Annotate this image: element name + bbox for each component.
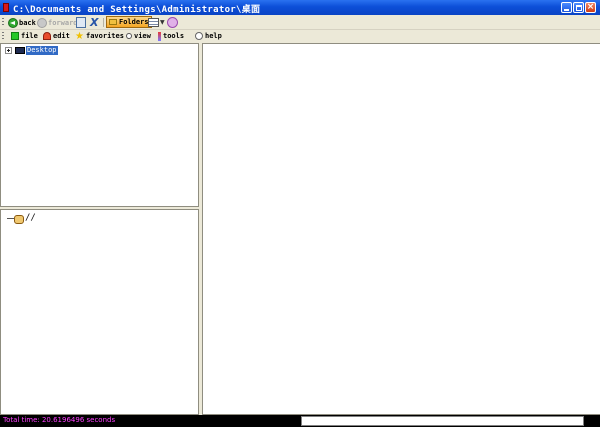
folders-label: Folders <box>119 18 149 26</box>
forward-button[interactable]: forward <box>37 16 78 29</box>
desktop-icon <box>15 47 25 54</box>
sync-button[interactable] <box>167 16 178 29</box>
menu-tools[interactable]: tools <box>158 30 184 42</box>
views-button[interactable]: ▼ <box>148 16 165 29</box>
paste-icon <box>76 17 86 28</box>
menu-edit[interactable]: edit <box>43 30 70 42</box>
back-arrow-icon <box>8 17 18 28</box>
star-icon: ★ <box>75 30 84 42</box>
maximize-icon <box>576 5 582 11</box>
minimize-icon <box>564 9 569 11</box>
tree-item-label[interactable]: Desktop <box>26 46 58 55</box>
tree-item-desktop[interactable]: Desktop <box>5 46 58 55</box>
standard-toolbar: back forward X Folders ▼ <box>0 15 600 30</box>
menu-file-label: file <box>21 32 38 40</box>
address-row[interactable]: // <box>7 213 36 224</box>
view-icon <box>126 33 132 39</box>
folders-button[interactable]: Folders <box>106 16 152 28</box>
menu-view[interactable]: view <box>126 30 151 42</box>
menu-file[interactable]: file <box>11 30 38 42</box>
app-icon[interactable] <box>3 3 9 12</box>
close-icon: × <box>586 2 595 12</box>
paste-button[interactable] <box>76 16 86 29</box>
edit-icon <box>43 32 51 40</box>
expand-plus-icon[interactable] <box>5 47 12 54</box>
window-title: C:\Documents and Settings\Administrator\… <box>13 5 261 15</box>
views-icon <box>148 18 159 27</box>
menu-favorites-label: favorites <box>86 32 124 40</box>
file-icon <box>11 32 19 40</box>
delete-x-icon: X <box>90 16 99 29</box>
back-button[interactable]: back <box>8 16 36 29</box>
close-button[interactable]: × <box>585 2 596 13</box>
menu-favorites[interactable]: ★ favorites <box>75 30 124 42</box>
menu-help[interactable]: help <box>195 30 222 42</box>
back-label: back <box>19 18 36 27</box>
hand-pointer-icon <box>7 214 24 224</box>
address-pane[interactable]: // <box>0 209 199 415</box>
status-text: Total time: 20.6196496 seconds <box>3 416 116 424</box>
menu-tools-label: tools <box>163 32 185 40</box>
tools-icon <box>158 31 161 41</box>
help-icon <box>195 32 203 40</box>
menu-help-label: help <box>205 32 222 40</box>
menu-view-label: view <box>134 32 151 40</box>
chevron-down-icon: ▼ <box>160 19 165 26</box>
address-path: // <box>25 213 36 223</box>
maximize-button[interactable] <box>573 2 584 13</box>
status-bar: Total time: 20.6196496 seconds <box>0 415 600 427</box>
toolbar-separator <box>103 18 104 27</box>
minimize-button[interactable] <box>561 2 572 13</box>
delete-button[interactable]: X <box>90 16 98 29</box>
menu-bar: file edit ★ favorites view tools help <box>0 30 600 42</box>
folder-icon <box>109 19 117 25</box>
forward-label: forward <box>48 18 78 27</box>
menu-edit-label: edit <box>53 32 70 40</box>
file-list-pane[interactable] <box>202 43 600 415</box>
folder-tree-pane[interactable]: Desktop <box>0 43 199 207</box>
toolbar-grip[interactable] <box>2 18 4 27</box>
menubar-grip[interactable] <box>2 32 4 41</box>
progress-bar <box>301 416 584 426</box>
title-bar[interactable]: C:\Documents and Settings\Administrator\… <box>0 0 600 15</box>
forward-arrow-icon <box>37 17 47 28</box>
sync-icon <box>167 17 178 28</box>
